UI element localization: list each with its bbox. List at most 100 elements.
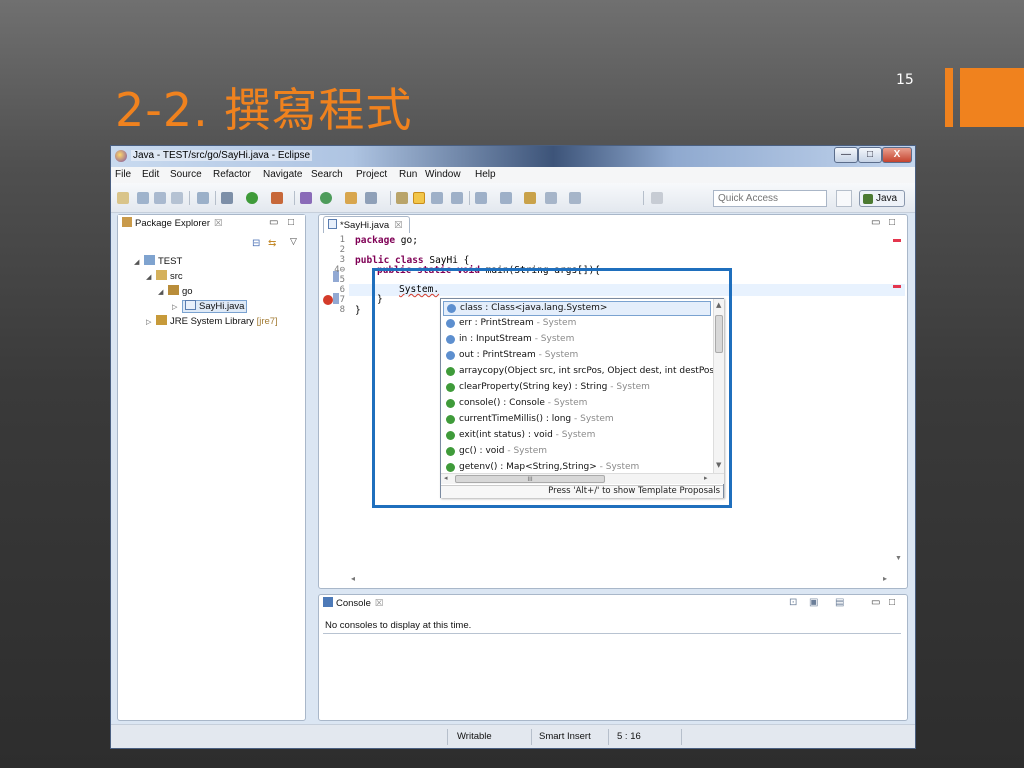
last-edit-location-icon[interactable] <box>524 192 536 204</box>
content-assist-item[interactable]: err : PrintStream - System <box>443 317 711 332</box>
scroll-right-icon[interactable]: ▸ <box>704 474 708 482</box>
new-icon[interactable] <box>117 192 129 204</box>
block-selection-icon[interactable] <box>431 192 443 204</box>
open-perspective-icon[interactable] <box>836 190 852 207</box>
minimize-view-icon[interactable]: ▭ <box>871 597 880 608</box>
close-button[interactable]: X <box>882 147 912 163</box>
java-perspective-button[interactable]: Java <box>859 190 905 207</box>
pin-editor-icon[interactable] <box>651 192 663 204</box>
tree-item-package[interactable]: ◢ go <box>158 285 193 297</box>
menu-refactor[interactable]: Refactor <box>213 169 251 180</box>
overview-error-marker[interactable] <box>893 285 901 288</box>
toggle-breakpoint-icon[interactable] <box>197 192 209 204</box>
debug-icon[interactable] <box>221 192 233 204</box>
code-line-7[interactable]: } <box>355 305 361 316</box>
content-assist-item[interactable]: currentTimeMillis() : long - System <box>443 413 711 428</box>
tree-item-project[interactable]: ◢ TEST <box>134 255 182 267</box>
menu-file[interactable]: File <box>115 169 131 180</box>
new-class-icon[interactable] <box>320 192 332 204</box>
print-icon[interactable] <box>171 192 183 204</box>
previous-annotation-icon[interactable] <box>500 192 512 204</box>
menu-edit[interactable]: Edit <box>142 169 159 180</box>
menu-project[interactable]: Project <box>356 169 387 180</box>
scroll-left-icon[interactable]: ◂ <box>351 574 355 583</box>
collapsed-arrow-icon[interactable]: ▷ <box>146 318 156 326</box>
content-assist-item[interactable]: console() : Console - System <box>443 397 711 412</box>
content-assist-vertical-scrollbar[interactable]: ▲ ▼ <box>713 299 724 473</box>
content-assist-horizontal-scrollbar[interactable]: ◂ III ▸ <box>441 473 724 484</box>
save-icon[interactable] <box>137 192 149 204</box>
new-package-icon[interactable] <box>300 192 312 204</box>
tab-close-icon[interactable]: ☒ <box>375 598 384 609</box>
menu-window[interactable]: Window <box>425 169 461 180</box>
toggle-word-wrap-icon[interactable] <box>413 192 425 204</box>
scroll-down-icon[interactable]: ▼ <box>895 555 902 562</box>
quick-access-input[interactable] <box>713 190 827 207</box>
minimize-button[interactable]: — <box>834 147 858 163</box>
external-tools-icon[interactable] <box>271 192 283 204</box>
maximize-view-icon[interactable]: □ <box>889 597 895 608</box>
editor-horizontal-scrollbar[interactable]: ◂ ▸ <box>349 574 889 586</box>
code-line-1[interactable]: package go; <box>355 235 418 246</box>
minimize-view-icon[interactable]: ▭ <box>269 217 278 228</box>
content-assist-item[interactable]: clearProperty(String key) : String - Sys… <box>443 381 711 396</box>
menu-source[interactable]: Source <box>170 169 202 180</box>
maximize-button[interactable]: □ <box>858 147 882 163</box>
tree-item-src[interactable]: ◢ src <box>146 270 183 282</box>
content-assist-item[interactable]: exit(int status) : void - System <box>443 429 711 444</box>
next-annotation-icon[interactable] <box>475 192 487 204</box>
open-type-icon[interactable] <box>345 192 357 204</box>
scrollbar-thumb[interactable] <box>715 315 723 353</box>
minimize-view-icon[interactable]: ▭ <box>871 217 880 228</box>
scroll-right-icon[interactable]: ▸ <box>883 574 887 583</box>
project-label: TEST <box>158 256 183 267</box>
pin-console-icon[interactable]: ⊡ <box>789 597 797 608</box>
expanded-arrow-icon[interactable]: ◢ <box>146 273 156 281</box>
scroll-left-icon[interactable]: ◂ <box>444 474 448 482</box>
menu-navigate[interactable]: Navigate <box>263 169 302 180</box>
collapsed-arrow-icon[interactable]: ▷ <box>172 303 182 311</box>
overview-error-marker[interactable] <box>893 239 901 242</box>
item-text: err : PrintStream <box>459 318 534 328</box>
menu-help[interactable]: Help <box>475 169 496 180</box>
line-number[interactable]: 4⊖ <box>334 265 345 275</box>
collapse-all-icon[interactable]: ⊟ <box>252 238 260 249</box>
content-assist-item[interactable]: getenv() : Map<String,String> - System <box>443 461 711 473</box>
scroll-up-icon[interactable]: ▲ <box>716 301 721 309</box>
editor-vertical-scrollbar[interactable]: ▼ <box>893 235 905 575</box>
content-assist-item[interactable]: out : PrintStream - System <box>443 349 711 364</box>
tab-console[interactable]: Console ☒ <box>323 597 383 612</box>
expanded-arrow-icon[interactable]: ◢ <box>158 288 168 296</box>
content-assist-item[interactable]: arraycopy(Object src, int srcPos, Object… <box>443 365 713 380</box>
link-with-editor-icon[interactable]: ⇆ <box>268 238 276 249</box>
error-icon[interactable] <box>323 295 333 305</box>
tab-close-icon[interactable]: ☒ <box>394 220 403 231</box>
run-icon[interactable] <box>246 192 258 204</box>
open-console-icon[interactable]: ▤ <box>835 597 844 608</box>
maximize-view-icon[interactable]: □ <box>288 217 294 228</box>
back-icon[interactable] <box>545 192 557 204</box>
tree-item-file[interactable]: ▷ SayHi.java <box>172 300 248 313</box>
save-all-icon[interactable] <box>154 192 166 204</box>
tree-item-jre[interactable]: ▷ JRE System Library [jre7] <box>146 315 278 327</box>
toggle-mark-occurrences-icon[interactable] <box>396 192 408 204</box>
menu-run[interactable]: Run <box>399 169 417 180</box>
expanded-arrow-icon[interactable]: ◢ <box>134 258 144 266</box>
forward-icon[interactable] <box>569 192 581 204</box>
content-assist-item[interactable]: gc() : void - System <box>443 445 711 460</box>
menu-search[interactable]: Search <box>311 169 343 180</box>
selected-file[interactable]: SayHi.java <box>182 300 248 313</box>
scroll-down-icon[interactable]: ▼ <box>716 461 721 469</box>
window-titlebar[interactable]: Java - TEST/src/go/SayHi.java - Eclipse … <box>111 146 915 167</box>
tab-package-explorer[interactable]: Package Explorer ☒ <box>122 217 223 232</box>
tab-sayhi-java[interactable]: *SayHi.java ☒ <box>323 216 410 233</box>
content-assist-item[interactable]: class : Class<java.lang.System> <box>443 301 711 316</box>
display-console-icon[interactable]: ▣ <box>809 597 818 608</box>
scrollbar-thumb[interactable]: III <box>455 475 605 483</box>
maximize-view-icon[interactable]: □ <box>889 217 895 228</box>
tab-close-icon[interactable]: ☒ <box>214 218 223 229</box>
show-whitespace-icon[interactable] <box>451 192 463 204</box>
content-assist-item[interactable]: in : InputStream - System <box>443 333 711 348</box>
search-icon[interactable] <box>365 192 377 204</box>
view-menu-icon[interactable]: ▽ <box>290 236 297 247</box>
